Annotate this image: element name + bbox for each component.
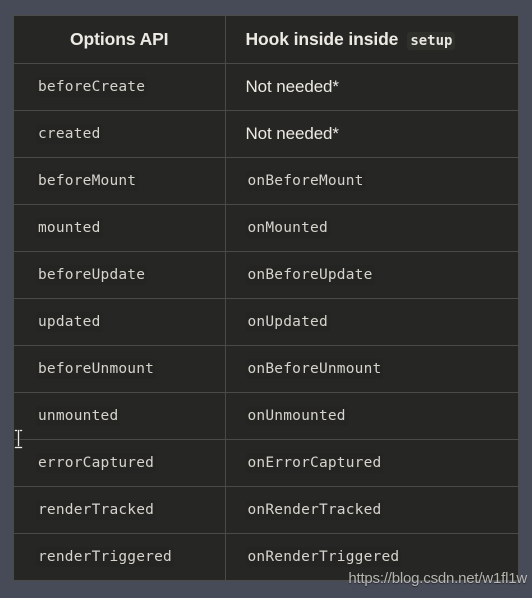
cell-hook: onRenderTriggered	[225, 533, 518, 580]
hook-name: onRenderTracked	[245, 499, 384, 520]
column-header-hook-inside-setup: Hook inside inside setup	[225, 16, 518, 64]
cell-options-api: beforeUnmount	[14, 345, 226, 393]
cell-options-api: beforeCreate	[14, 63, 226, 111]
column-header-options-api: Options API	[14, 16, 226, 64]
option-name: updated	[36, 311, 103, 332]
cell-hook: Not needed*	[225, 110, 518, 158]
hook-name: onErrorCaptured	[245, 452, 384, 473]
column-header-hook-label: Hook inside inside	[245, 28, 399, 49]
cell-options-api: updated	[14, 298, 226, 346]
cell-hook: onMounted	[225, 204, 518, 252]
cell-hook: Not needed*	[225, 63, 518, 111]
option-name: created	[36, 123, 103, 144]
option-name: beforeMount	[36, 170, 139, 191]
table-row: errorCaptured onErrorCaptured	[14, 439, 518, 487]
cell-hook: onUpdated	[225, 298, 518, 346]
option-name: unmounted	[36, 405, 121, 426]
cell-options-api: renderTriggered	[14, 533, 226, 580]
table-row: created Not needed*	[14, 110, 518, 158]
table-row: beforeMount onBeforeMount	[14, 157, 518, 205]
option-name: beforeUpdate	[36, 264, 148, 285]
cell-hook: onBeforeMount	[225, 157, 518, 205]
lifecycle-hooks-table: Options API Hook inside inside setup befo…	[14, 16, 518, 580]
cell-options-api: beforeMount	[14, 157, 226, 205]
cell-options-api: renderTracked	[14, 486, 226, 534]
cell-options-api: created	[14, 110, 226, 158]
hook-name: onBeforeUnmount	[245, 358, 384, 379]
screenshot-root: Options API Hook inside inside setup befo…	[0, 0, 532, 598]
cell-hook: onErrorCaptured	[225, 439, 518, 487]
table-row: beforeUpdate onBeforeUpdate	[14, 251, 518, 299]
cell-options-api: errorCaptured	[14, 439, 226, 487]
column-header-options-api-label: Options API	[70, 28, 169, 49]
option-name: beforeUnmount	[36, 358, 157, 379]
hook-name: onRenderTriggered	[245, 546, 402, 567]
option-name: mounted	[36, 217, 103, 238]
table-row: beforeUnmount onBeforeUnmount	[14, 345, 518, 393]
option-name: renderTracked	[36, 499, 157, 520]
hook-name: onBeforeUpdate	[245, 264, 375, 285]
cell-hook: onBeforeUnmount	[225, 345, 518, 393]
hook-name: onUpdated	[245, 311, 330, 332]
cell-options-api: mounted	[14, 204, 226, 252]
cell-hook: onBeforeUpdate	[225, 251, 518, 299]
option-name: beforeCreate	[36, 76, 148, 97]
lifecycle-hooks-table-panel: Options API Hook inside inside setup befo…	[13, 15, 519, 581]
table-header-row: Options API Hook inside inside setup	[14, 16, 518, 64]
table-header: Options API Hook inside inside setup	[14, 16, 518, 64]
table-body: beforeCreate Not needed* created Not needed…	[14, 63, 518, 580]
cell-hook: onUnmounted	[225, 392, 518, 440]
option-name: renderTriggered	[36, 546, 174, 567]
hook-note: Not needed*	[245, 76, 340, 96]
table-row: beforeCreate Not needed*	[14, 63, 518, 111]
cell-hook: onRenderTracked	[225, 486, 518, 534]
option-name: errorCaptured	[36, 452, 157, 473]
table-row: renderTracked onRenderTracked	[14, 486, 518, 534]
table-row: updated onUpdated	[14, 298, 518, 346]
cell-options-api: beforeUpdate	[14, 251, 226, 299]
column-header-setup-code: setup	[407, 31, 456, 50]
table-row: renderTriggered onRenderTriggered	[14, 533, 518, 580]
table-row: unmounted onUnmounted	[14, 392, 518, 440]
cell-options-api: unmounted	[14, 392, 226, 440]
hook-note: Not needed*	[245, 123, 340, 143]
hook-name: onBeforeMount	[245, 170, 366, 191]
table-row: mounted onMounted	[14, 204, 518, 252]
hook-name: onUnmounted	[245, 405, 348, 426]
hook-name: onMounted	[245, 217, 330, 238]
